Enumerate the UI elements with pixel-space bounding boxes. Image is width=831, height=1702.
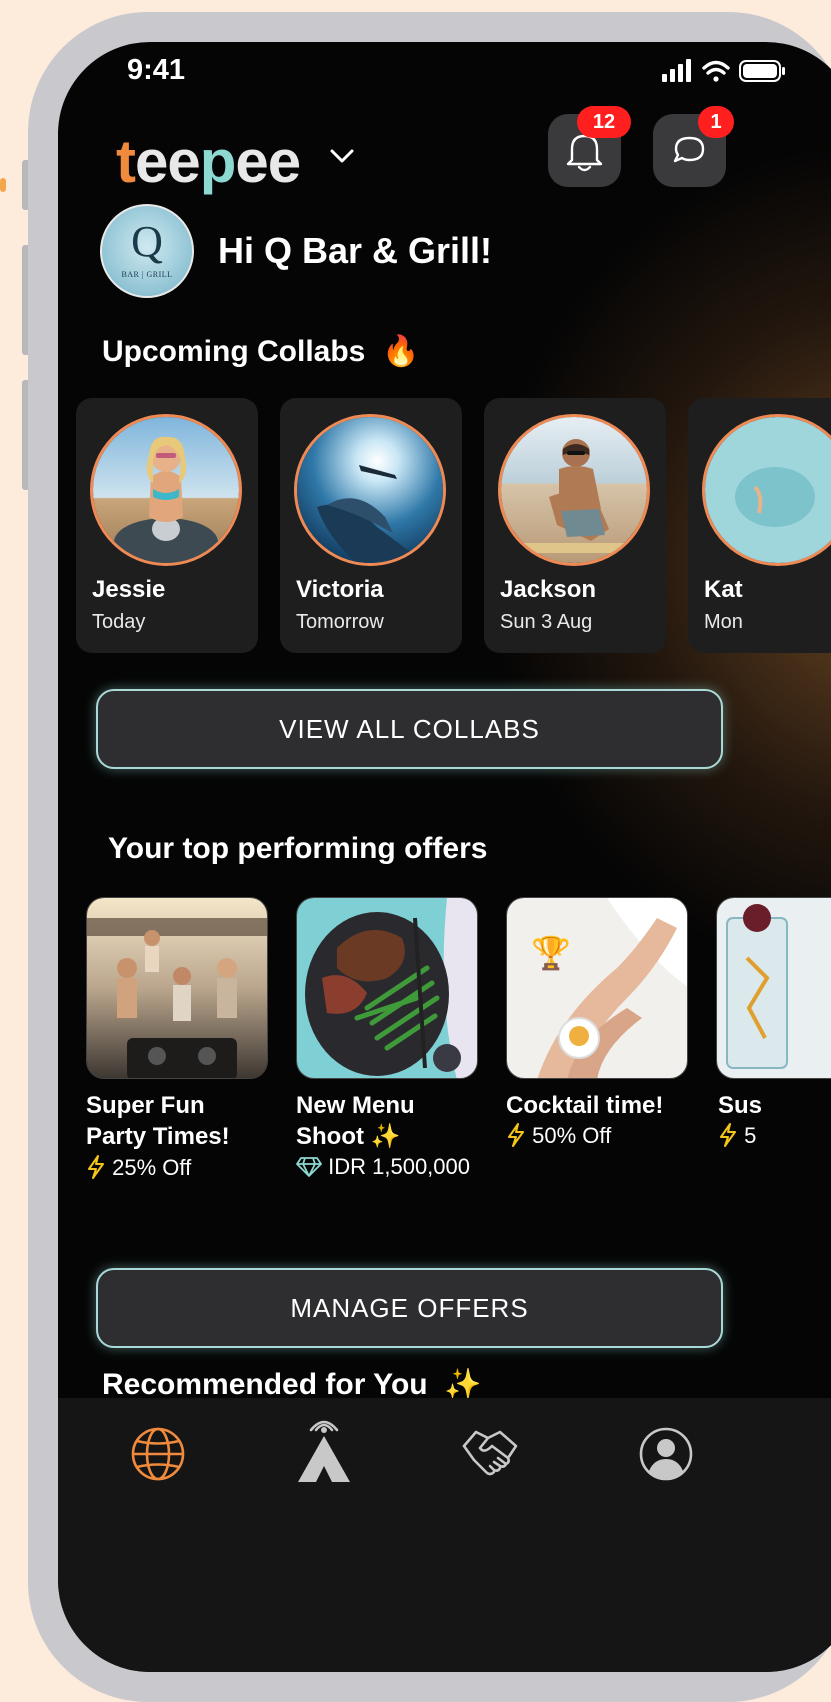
status-icons bbox=[662, 58, 790, 89]
collab-date: Mon bbox=[704, 611, 743, 633]
collab-name: Kat bbox=[704, 576, 743, 603]
collab-card[interactable]: Jessie Today bbox=[76, 398, 258, 653]
teepee-icon bbox=[298, 1420, 350, 1482]
trophy-icon: 🏆 bbox=[531, 935, 571, 971]
battery-icon bbox=[739, 60, 785, 82]
offer-image[interactable] bbox=[296, 897, 478, 1079]
wifi-icon bbox=[702, 60, 730, 82]
collab-card[interactable]: Kat Mon bbox=[688, 398, 831, 653]
offer-image[interactable] bbox=[86, 897, 268, 1079]
lightning-icon bbox=[508, 1123, 524, 1147]
offer-title: Super Fun Party Times! bbox=[86, 1092, 230, 1150]
handshake-icon bbox=[462, 1430, 518, 1476]
app-logo[interactable]: teepee bbox=[116, 127, 301, 196]
top-offers-title: Your top performing offers bbox=[108, 832, 488, 865]
view-all-collabs-button[interactable]: VIEW ALL COLLABS bbox=[96, 689, 723, 769]
offer-deal: 25% Off bbox=[86, 1154, 191, 1181]
offer-deal: 5 bbox=[718, 1122, 756, 1149]
tab-profile[interactable] bbox=[636, 1424, 696, 1484]
collab-name: Jessie bbox=[92, 576, 166, 603]
offer-title: Cocktail time! bbox=[506, 1092, 664, 1119]
notifications-badge: 12 bbox=[577, 106, 631, 138]
bottom-tab-bar bbox=[58, 1398, 831, 1672]
manage-offers-button[interactable]: MANAGE OFFERS bbox=[96, 1268, 723, 1348]
offer-title: Sus bbox=[718, 1092, 763, 1119]
greeting-text: Hi Q Bar & Grill! bbox=[218, 230, 493, 271]
decor-flame-edge bbox=[0, 178, 6, 192]
offer-deal: 50% Off bbox=[506, 1122, 611, 1149]
lightning-icon bbox=[720, 1123, 736, 1147]
offer-image[interactable]: 🏆 bbox=[506, 897, 688, 1079]
offer-image[interactable] bbox=[716, 897, 831, 1079]
business-avatar[interactable]: Q BAR | GRILL bbox=[100, 204, 194, 298]
upcoming-collabs-title: Upcoming Collabs 🔥 bbox=[102, 335, 420, 368]
tab-teepee[interactable] bbox=[294, 1420, 354, 1486]
tab-explore[interactable] bbox=[128, 1424, 188, 1484]
chevron-down-icon[interactable] bbox=[328, 146, 356, 171]
lightning-icon bbox=[88, 1155, 104, 1179]
messages-badge: 1 bbox=[698, 106, 734, 138]
collab-card[interactable]: Jackson Sun 3 Aug bbox=[484, 398, 666, 653]
globe-icon bbox=[131, 1427, 185, 1481]
collab-avatar bbox=[90, 414, 242, 566]
collab-avatar bbox=[294, 414, 446, 566]
collab-avatar bbox=[498, 414, 650, 566]
collab-date: Tomorrow bbox=[296, 611, 384, 633]
signal-icon bbox=[662, 59, 691, 82]
profile-icon bbox=[639, 1427, 693, 1481]
collab-date: Sun 3 Aug bbox=[500, 611, 593, 633]
app-screen: 9:41 teepee 12 1 Q BAR | GRILL Hi Q Bar … bbox=[58, 42, 831, 1672]
offer-title: New Menu Shoot ✨ bbox=[296, 1092, 415, 1150]
tab-collabs[interactable] bbox=[458, 1424, 522, 1484]
collab-date: Today bbox=[92, 611, 146, 633]
offer-deal: IDR 1,500,000 bbox=[296, 1154, 470, 1180]
diamond-icon bbox=[296, 1157, 322, 1177]
collab-name: Victoria bbox=[296, 576, 384, 603]
recommended-title: Recommended for You ✨ bbox=[102, 1368, 482, 1401]
collab-name: Jackson bbox=[500, 576, 597, 603]
collab-card[interactable]: Victoria Tomorrow bbox=[280, 398, 462, 653]
collab-avatar bbox=[702, 414, 831, 566]
status-time: 9:41 bbox=[127, 54, 186, 86]
